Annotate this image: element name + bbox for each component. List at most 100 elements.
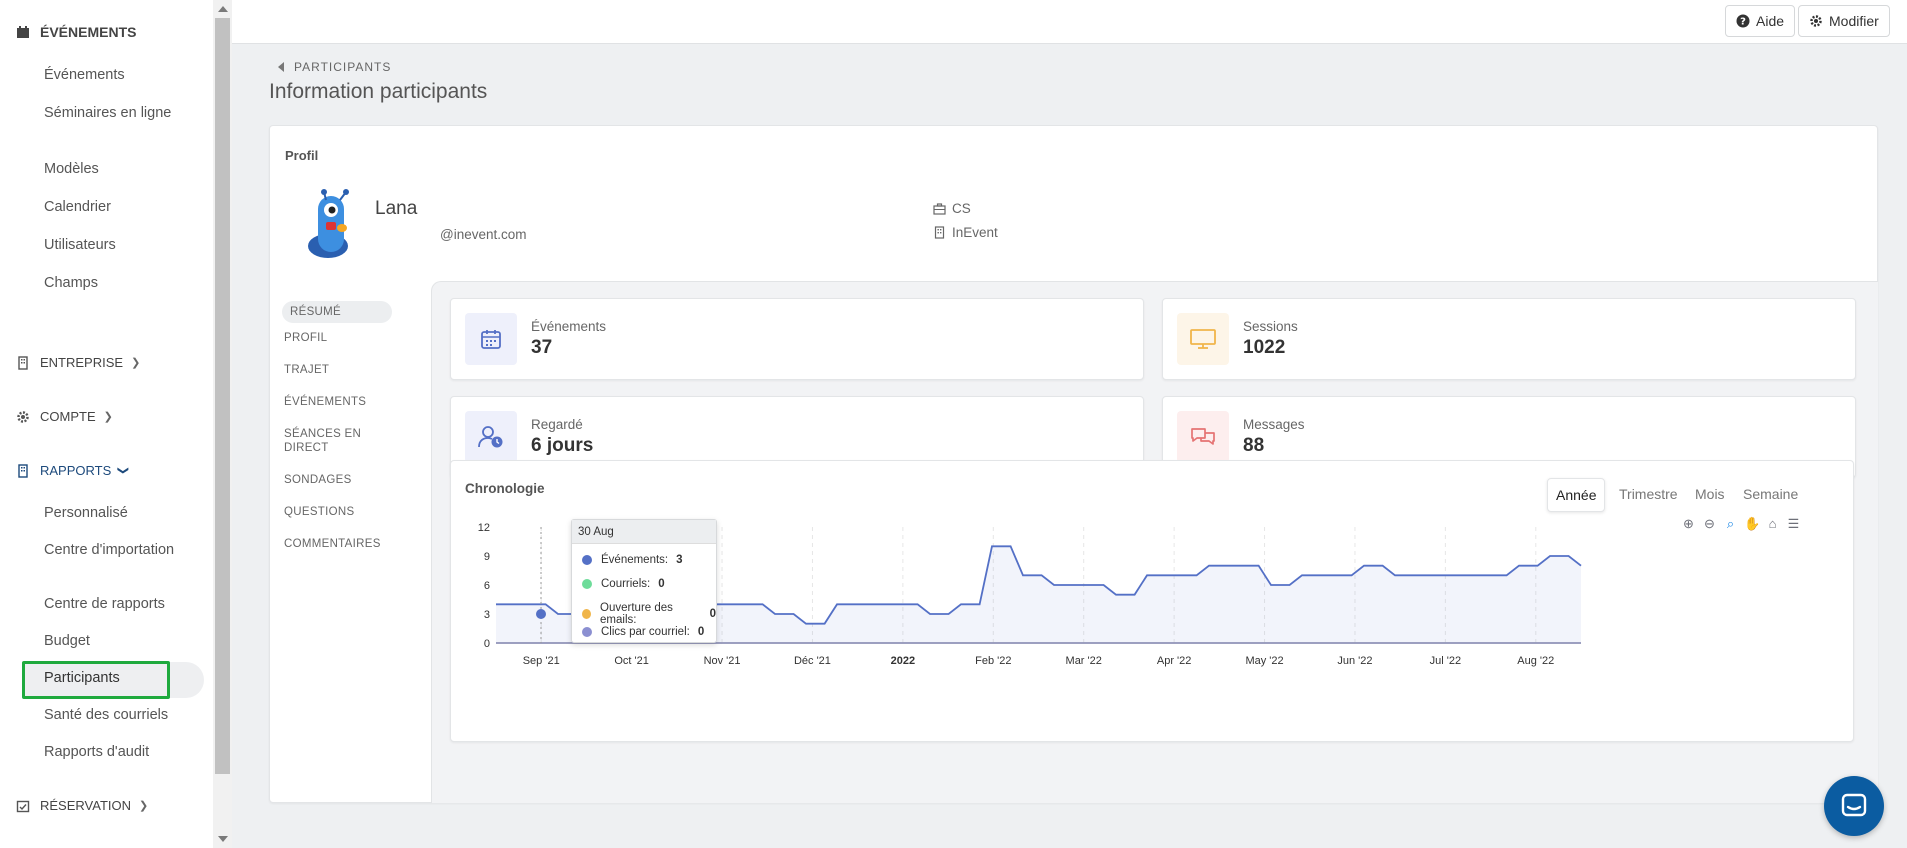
stat-sessions-icon-box: [1177, 313, 1229, 365]
x-tick-label: Feb '22: [975, 655, 1011, 667]
sidebar-section-rapports[interactable]: RAPPORTS ❯: [16, 463, 129, 478]
avatar: [308, 189, 349, 258]
tooltip-row-name: Événements:: [601, 554, 669, 566]
timeline-title: Chronologie: [465, 481, 545, 496]
period-mois[interactable]: Mois: [1687, 478, 1733, 512]
chevron-right-icon: ❯: [103, 411, 113, 423]
tab-resume[interactable]: RÉSUMÉ: [282, 301, 392, 323]
y-tick-label: 0: [484, 638, 490, 650]
sidebar-item-utilisateurs[interactable]: Utilisateurs: [44, 236, 194, 254]
sidebar-item-budget[interactable]: Budget: [44, 632, 194, 650]
gear-icon: [1810, 15, 1822, 27]
period-annee[interactable]: Année: [1547, 478, 1606, 512]
participant-name: Lana: [375, 198, 418, 219]
scroll-up-arrow-icon[interactable]: [218, 6, 228, 12]
period-trimestre[interactable]: Trimestre: [1611, 478, 1686, 512]
chart-tooltip: 30 Aug Événements: 3 Courriels: 0 Ouvert…: [571, 519, 717, 643]
scroll-down-arrow-icon[interactable]: [218, 836, 228, 842]
breadcrumb[interactable]: PARTICIPANTS: [276, 60, 391, 74]
x-tick-label: Jun '22: [1337, 655, 1372, 667]
stat-sessions-label: Sessions: [1243, 319, 1298, 334]
participant-card: Profil Lana @inevent.com CS InEvent RÉSU…: [269, 125, 1878, 803]
x-tick-label: Apr '22: [1157, 655, 1192, 667]
tooltip-row-value: 0: [658, 578, 665, 590]
sidebar-section-compte[interactable]: COMPTE ❯: [16, 409, 113, 424]
breadcrumb-label: PARTICIPANTS: [294, 60, 392, 74]
monitor-icon: [1190, 329, 1216, 349]
calendar-icon: [17, 26, 29, 38]
tooltip-row-name: Ouverture des emails:: [600, 602, 673, 626]
sidebar-item-personnalise[interactable]: Personnalisé: [44, 504, 194, 522]
y-tick-label: 6: [484, 580, 490, 592]
tab-sondages[interactable]: SONDAGES: [284, 473, 394, 487]
x-tick-label: May '22: [1245, 655, 1283, 667]
scrollbar-thumb[interactable]: [215, 18, 230, 774]
tooltip-row-opens: Ouverture des emails: 0: [582, 602, 716, 626]
page-title: Information participants: [269, 80, 488, 103]
tab-seances-en-direct[interactable]: SÉANCES EN DIRECT: [284, 427, 374, 455]
help-button[interactable]: ? Aide: [1725, 5, 1796, 37]
help-button-label: Aide: [1756, 13, 1785, 29]
participant-company-label: InEvent: [952, 225, 998, 240]
svg-text:?: ?: [1740, 17, 1746, 28]
x-tick-label: Aug '22: [1517, 655, 1554, 667]
hover-point: [536, 609, 546, 619]
building-icon: [18, 355, 28, 370]
legend-dot-icon: [582, 579, 592, 589]
tooltip-row-value: 0: [709, 608, 716, 620]
timeline-card: Chronologie Année Trimestre Mois Semaine…: [450, 460, 1854, 742]
edit-button[interactable]: Modifier: [1798, 5, 1890, 37]
y-tick-label: 3: [484, 609, 490, 621]
edit-button-label: Modifier: [1829, 13, 1879, 29]
stat-events: Événements 37: [450, 298, 1144, 380]
participant-email: @inevent.com: [440, 227, 527, 242]
stat-messages-value: 88: [1243, 435, 1265, 456]
sidebar-item-champs[interactable]: Champs: [44, 274, 194, 292]
tab-trajet[interactable]: TRAJET: [284, 363, 394, 377]
sidebar: ÉVÉNEMENTS Événements Séminaires en lign…: [0, 0, 215, 848]
calendar-icon: [481, 330, 501, 349]
stat-messages-label: Messages: [1243, 417, 1305, 432]
tooltip-row-emails: Courriels: 0: [582, 578, 665, 590]
tooltip-row-name: Clics par courriel:: [601, 626, 690, 638]
sidebar-section-evenements[interactable]: ÉVÉNEMENTS: [16, 24, 136, 40]
x-tick-label: Mar '22: [1066, 655, 1102, 667]
period-semaine[interactable]: Semaine: [1735, 478, 1806, 512]
x-tick-label: Sep '21: [523, 655, 560, 667]
chevron-left-icon: [278, 62, 284, 72]
gear-icon: [17, 410, 29, 423]
sidebar-section-entreprise[interactable]: ENTREPRISE ❯: [16, 355, 140, 370]
tooltip-date: 30 Aug: [572, 520, 716, 544]
tab-profil[interactable]: PROFIL: [284, 331, 394, 345]
sidebar-scrollbar[interactable]: [213, 0, 232, 848]
sidebar-item-centre-rapports[interactable]: Centre de rapports: [44, 595, 194, 613]
sidebar-section-label: RAPPORTS: [40, 463, 112, 478]
sidebar-item-centre-importation[interactable]: Centre d'importation: [44, 541, 194, 559]
sidebar-item-seminaires[interactable]: Séminaires en ligne: [44, 104, 194, 122]
chat-bubbles-icon: [1191, 428, 1215, 445]
tab-evenements[interactable]: ÉVÉNEMENTS: [284, 395, 394, 409]
stat-watched-label: Regardé: [531, 417, 583, 432]
x-tick-label: Oct '21: [614, 655, 649, 667]
sidebar-item-rapports-audit[interactable]: Rapports d'audit: [44, 743, 194, 761]
chat-launcher-button[interactable]: [1824, 776, 1884, 836]
sidebar-section-label: ENTREPRISE: [40, 355, 124, 370]
summary-panel: Événements 37 Sessions 1022 Regardé 6 jo…: [431, 281, 1878, 803]
stat-sessions-value: 1022: [1243, 337, 1286, 358]
participant-company: InEvent: [933, 225, 998, 240]
top-bar: ? Aide Modifier: [232, 0, 1907, 44]
tooltip-row-value: 0: [697, 626, 705, 638]
chevron-right-icon: ❯: [139, 800, 149, 812]
tab-questions[interactable]: QUESTIONS: [284, 505, 394, 519]
question-circle-icon: ?: [1736, 14, 1750, 28]
sidebar-item-evenements[interactable]: Événements: [44, 66, 194, 84]
sidebar-item-calendrier[interactable]: Calendrier: [44, 198, 194, 216]
y-tick-label: 12: [478, 522, 490, 534]
sidebar-section-label: ÉVÉNEMENTS: [40, 24, 137, 40]
sidebar-section-reservation[interactable]: RÉSERVATION ❯: [16, 798, 148, 813]
sidebar-item-participants[interactable]: Participants: [44, 669, 194, 687]
tab-commentaires[interactable]: COMMENTAIRES: [284, 537, 394, 551]
building-icon: [934, 226, 945, 239]
sidebar-item-sante-courriels[interactable]: Santé des courriels: [44, 706, 194, 724]
sidebar-item-modeles[interactable]: Modèles: [44, 160, 194, 178]
